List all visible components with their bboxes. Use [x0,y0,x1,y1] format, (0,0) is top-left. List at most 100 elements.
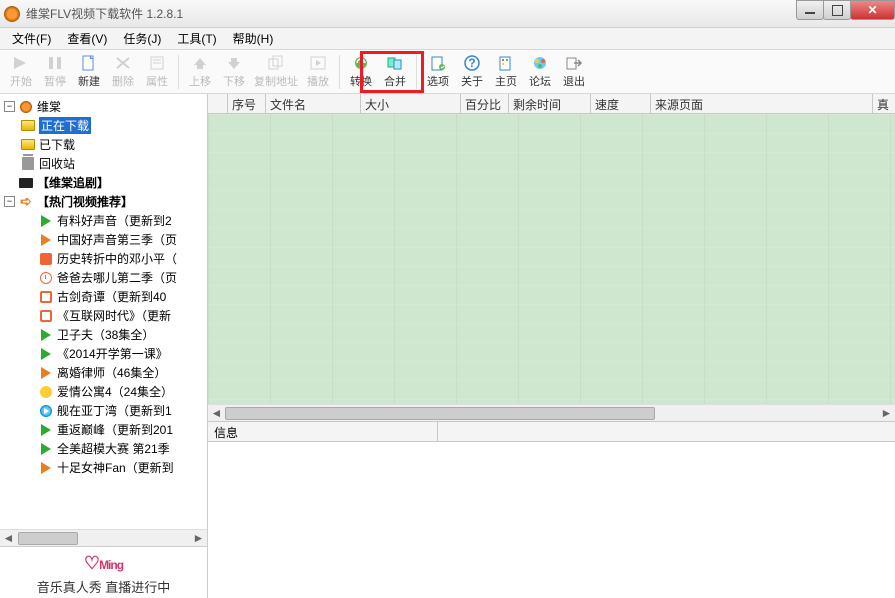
tool-home[interactable]: 主页 [489,52,523,92]
play-icon [38,347,54,361]
tv-icon [18,176,34,190]
scroll-left-icon[interactable]: ◄ [0,530,17,547]
tool-pause[interactable]: 暂停 [38,52,72,92]
info-col-value[interactable] [438,422,895,441]
tool-play[interactable]: 播放 [301,52,335,92]
about-icon: ? [462,54,482,72]
square-icon [38,309,54,323]
grid-header: 序号 文件名 大小 百分比 剩余时间 速度 来源页面 真 [208,94,895,114]
menu-file[interactable]: 文件(F) [4,27,59,50]
play-icon [38,461,54,475]
tree-hot[interactable]: −➪【热门视频推荐】 [0,192,207,211]
col-filename[interactable]: 文件名 [266,94,361,113]
toolbar-separator [339,55,340,89]
tree-item[interactable]: 卫子夫（38集全） [0,325,207,344]
pause-icon [45,54,65,72]
col-size[interactable]: 大小 [361,94,461,113]
content-area: 序号 文件名 大小 百分比 剩余时间 速度 来源页面 真 ◄ ► 信息 [208,94,895,598]
menu-tools[interactable]: 工具(T) [169,27,224,50]
tree-drama[interactable]: 【维棠追剧】 [0,173,207,192]
tool-delete[interactable]: 删除 [106,52,140,92]
tool-about[interactable]: ?关于 [455,52,489,92]
col-real[interactable]: 真 [873,94,895,113]
play-icon [38,366,54,380]
scroll-thumb[interactable] [225,407,655,420]
sidebar: −维棠 正在下载 已下载 回收站 【维棠追剧】 −➪【热门视频推荐】 有料好声音… [0,94,208,598]
square-icon [38,252,54,266]
tool-start[interactable]: 开始 [4,52,38,92]
col-percent[interactable]: 百分比 [461,94,509,113]
window-controls [797,0,895,20]
tool-forum[interactable]: 论坛 [523,52,557,92]
tree-recycle[interactable]: 回收站 [0,154,207,173]
grid-scrollbar[interactable]: ◄ ► [208,404,895,421]
maximize-button[interactable] [823,0,851,20]
scroll-left-icon[interactable]: ◄ [208,405,225,422]
copy-icon [266,54,286,72]
scroll-right-icon[interactable]: ► [190,530,207,547]
tool-convert[interactable]: 转换 [344,52,378,92]
app-icon [18,100,34,114]
arrow-icon: ➪ [18,195,34,209]
col-remaining[interactable]: 剩余时间 [509,94,591,113]
tree-item[interactable]: 离婚律师（46集全） [0,363,207,382]
sidebar-scrollbar[interactable]: ◄ ► [0,529,207,546]
tree-downloaded[interactable]: 已下载 [0,135,207,154]
scroll-thumb[interactable] [18,532,78,545]
promo-logo: ♡Ming [84,549,123,575]
tree-item[interactable]: 有料好声音（更新到2 [0,211,207,230]
tree-item[interactable]: 《互联网时代》（更新 [0,306,207,325]
tool-merge[interactable]: 合并 [378,52,412,92]
menu-task[interactable]: 任务(J) [115,27,169,50]
tree-item[interactable]: 爸爸去哪儿第二季（页 [0,268,207,287]
info-col-label[interactable]: 信息 [208,422,438,441]
play-icon [38,423,54,437]
play-icon [38,404,54,418]
tool-up[interactable]: 上移 [183,52,217,92]
menu-help[interactable]: 帮助(H) [225,27,282,50]
tree-item[interactable]: 中国好声音第三季（页 [0,230,207,249]
tree-item[interactable]: 舰在亚丁湾（更新到1 [0,401,207,420]
collapse-icon[interactable]: − [4,196,15,207]
col-source[interactable]: 来源页面 [651,94,873,113]
tree-view[interactable]: −维棠 正在下载 已下载 回收站 【维棠追剧】 −➪【热门视频推荐】 有料好声音… [0,94,207,529]
new-icon [79,54,99,72]
col-blank[interactable] [208,94,228,113]
collapse-icon[interactable]: − [4,101,15,112]
forum-icon [530,54,550,72]
close-button[interactable] [850,0,895,20]
tree-item[interactable]: 《2014开学第一课》 [0,344,207,363]
minimize-button[interactable] [796,0,824,20]
tool-copy[interactable]: 复制地址 [251,52,301,92]
toolbar-separator [178,55,179,89]
menu-view[interactable]: 查看(V) [59,27,115,50]
up-icon [190,54,210,72]
tree-item[interactable]: 历史转折中的邓小平（ [0,249,207,268]
exit-icon [564,54,584,72]
toolbar: 开始 暂停 新建 删除 属性 上移 下移 复制地址 播放 转换 合并 选项 ?关… [0,50,895,94]
square-icon [38,290,54,304]
info-body [208,442,895,598]
tool-new[interactable]: 新建 [72,52,106,92]
tree-item[interactable]: 重返巅峰（更新到201 [0,420,207,439]
tree-item[interactable]: 全美超模大赛 第21季 [0,439,207,458]
tool-exit[interactable]: 退出 [557,52,591,92]
tree-item[interactable]: 古剑奇谭（更新到40 [0,287,207,306]
properties-icon [147,54,167,72]
tree-root[interactable]: −维棠 [0,97,207,116]
tool-prop[interactable]: 属性 [140,52,174,92]
tree-item[interactable]: 爱情公寓4（24集全） [0,382,207,401]
tool-options[interactable]: 选项 [421,52,455,92]
options-icon [428,54,448,72]
scroll-right-icon[interactable]: ► [878,405,895,422]
col-speed[interactable]: 速度 [591,94,651,113]
grid-body[interactable] [208,114,895,404]
tree-item[interactable]: 十足女神Fan（更新到 [0,458,207,477]
promo-banner[interactable]: ♡Ming 音乐真人秀 直播进行中 [0,546,207,598]
tool-down[interactable]: 下移 [217,52,251,92]
col-index[interactable]: 序号 [228,94,266,113]
tree-downloading[interactable]: 正在下载 [0,116,207,135]
main-area: −维棠 正在下载 已下载 回收站 【维棠追剧】 −➪【热门视频推荐】 有料好声音… [0,94,895,598]
toolbar-separator [416,55,417,89]
promo-tagline: 音乐真人秀 直播进行中 [37,577,171,596]
